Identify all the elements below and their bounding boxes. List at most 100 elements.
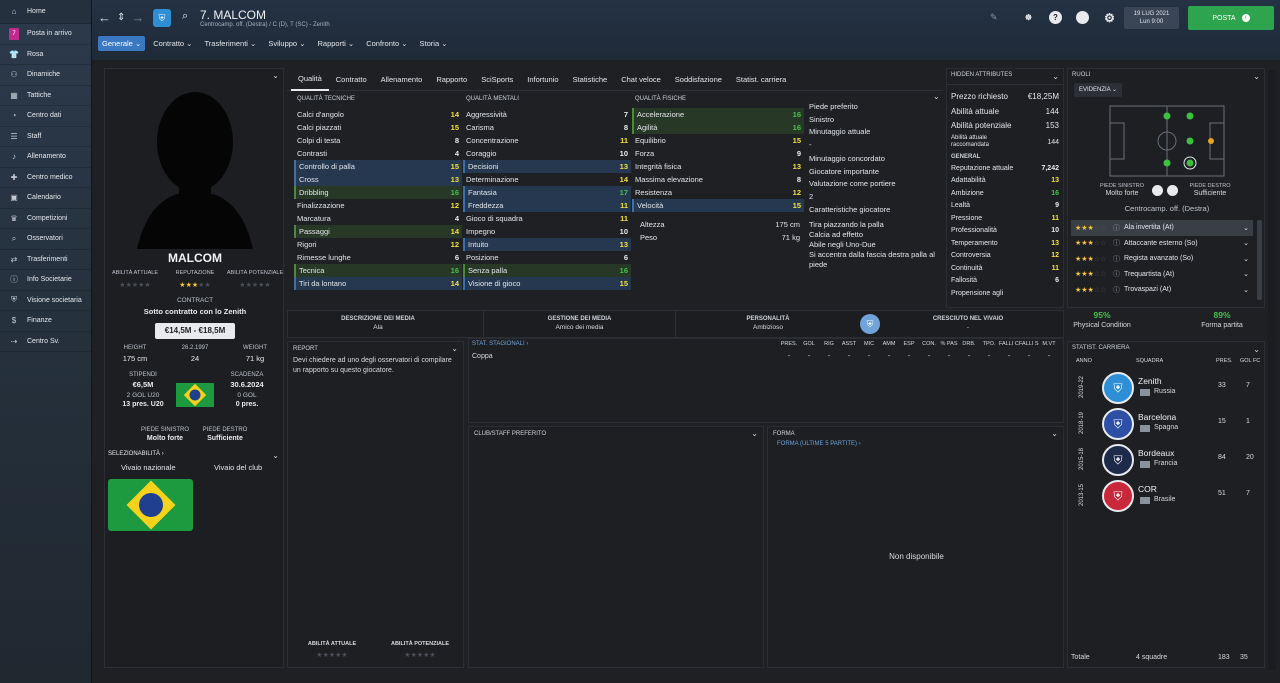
attribute-row[interactable]: Carisma 8 xyxy=(463,121,631,134)
posta-button[interactable]: POSTA › xyxy=(1188,6,1274,30)
info-icon[interactable]: ⓘ xyxy=(1113,223,1120,233)
tab-9[interactable]: Statist. carriera xyxy=(729,68,793,91)
sidebar-item-6[interactable]: ☰ Staff xyxy=(0,127,91,147)
attribute-row[interactable]: Fantasia 17 xyxy=(463,186,631,199)
attribute-row[interactable]: Coraggio 10 xyxy=(463,147,631,160)
stat-column-header[interactable]: MIC xyxy=(859,341,879,347)
menu-item-6[interactable]: Storia ⌄ xyxy=(416,36,452,51)
career-row[interactable]: 2019-22 ⛨ Zenith Russia 33 7 xyxy=(1068,370,1266,406)
attribute-row[interactable]: Velocità 15 xyxy=(632,199,804,212)
info-icon[interactable]: ⓘ xyxy=(1113,238,1120,248)
attribute-row[interactable]: Calci piazzati 15 xyxy=(294,121,462,134)
attribute-row[interactable]: Tiri da lontano 14 xyxy=(294,277,462,290)
search-icon[interactable]: ⌕ xyxy=(182,10,188,23)
season-stats-link[interactable]: STAT. STAGIONALI › xyxy=(472,341,528,347)
club-crest-icon[interactable]: ⛨ xyxy=(153,9,171,27)
attribute-row[interactable]: Concentrazione 11 xyxy=(463,134,631,147)
tab-1[interactable]: Contratto xyxy=(329,68,374,91)
sidebar-item-5[interactable]: ◔ Centro dati xyxy=(0,106,91,127)
attribute-row[interactable]: Senza palla 16 xyxy=(463,264,631,277)
attribute-row[interactable]: Forza 9 xyxy=(632,147,804,160)
role-item[interactable]: ★★★☆☆ ⓘ Attaccante esterno (So) ⌄ xyxy=(1071,236,1253,252)
stat-column-header[interactable]: CON. xyxy=(919,341,939,347)
stat-column-header[interactable]: RIG xyxy=(819,341,839,347)
menu-item-1[interactable]: Contratto ⌄ xyxy=(149,36,196,51)
fm-logo-icon[interactable]: ☸ xyxy=(1022,11,1035,24)
highlight-dropdown[interactable]: EVIDENZIA ⌄ xyxy=(1074,83,1123,97)
sidebar-item-1[interactable]: 7 Posta in arrivo xyxy=(0,24,91,45)
chevron-down-icon[interactable]: ⌄ xyxy=(1253,345,1260,354)
stat-column-header[interactable]: FALLI C. xyxy=(999,341,1019,347)
tab-0[interactable]: Qualità xyxy=(291,68,329,91)
attribute-row[interactable]: Colpi di testa 8 xyxy=(294,134,462,147)
chevron-down-icon[interactable]: ⌄ xyxy=(933,92,940,101)
sidebar-item-11[interactable]: ⌕ Osservatori xyxy=(0,229,91,250)
sidebar-item-16[interactable]: ⇢ Centro Sv. xyxy=(0,332,91,352)
tab-4[interactable]: SciSports xyxy=(474,68,520,91)
menu-item-5[interactable]: Confronto ⌄ xyxy=(362,36,411,51)
chevron-down-icon[interactable]: ⌄ xyxy=(1052,72,1059,81)
tab-5[interactable]: Infortunio xyxy=(520,68,565,91)
sidebar-item-14[interactable]: ⛨ Visione societaria xyxy=(0,291,91,311)
tab-3[interactable]: Rapporto xyxy=(429,68,474,91)
stat-column-header[interactable]: % PAS xyxy=(939,341,959,347)
sidebar-item-3[interactable]: ⚇ Dinamiche xyxy=(0,65,91,86)
chevron-down-icon[interactable]: ⌄ xyxy=(1243,239,1249,247)
menu-item-3[interactable]: Sviluppo ⌄ xyxy=(264,36,309,51)
attribute-row[interactable]: Contrasti 4 xyxy=(294,147,462,160)
sidebar-item-13[interactable]: ⓘ Info Societarie xyxy=(0,270,91,291)
attribute-row[interactable]: Impegno 10 xyxy=(463,225,631,238)
chevron-down-icon[interactable]: ⌄ xyxy=(1046,427,1063,441)
sidebar-item-7[interactable]: ♪ Allenamento xyxy=(0,147,91,168)
info-icon[interactable]: ⓘ xyxy=(1113,269,1120,279)
chevron-down-icon[interactable]: ⌄ xyxy=(446,342,463,356)
attribute-row[interactable]: Aggressività 7 xyxy=(463,108,631,121)
stat-column-header[interactable]: DRB. xyxy=(959,341,979,347)
selectability-link[interactable]: SELEZIONABILITÀ › xyxy=(108,451,164,457)
sidebar-item-10[interactable]: ♛ Competizioni xyxy=(0,209,91,229)
back-arrow-icon[interactable]: ← xyxy=(98,10,111,25)
sidebar-item-12[interactable]: ⇄ Trasferimenti xyxy=(0,250,91,270)
sidebar-item-15[interactable]: $ Finanze xyxy=(0,311,91,332)
attribute-row[interactable]: Intuito 13 xyxy=(463,238,631,251)
chevron-down-icon[interactable]: ⌄ xyxy=(272,71,279,80)
chevron-down-icon[interactable]: ⌄ xyxy=(1243,224,1249,232)
attribute-row[interactable]: Cross 13 xyxy=(294,173,462,186)
career-row[interactable]: 2018-19 ⛨ Barcelona Spagna 15 1 xyxy=(1068,406,1266,442)
stat-column-header[interactable]: GOL xyxy=(799,341,819,347)
attribute-row[interactable]: Controllo di palla 15 xyxy=(294,160,462,173)
form-subtitle-link[interactable]: FORMA (ULTIME 5 PARTITE) › xyxy=(768,441,1063,447)
sidebar-item-0[interactable]: ⌂ Home xyxy=(0,0,91,24)
chevron-down-icon[interactable]: ⌄ xyxy=(1243,286,1249,294)
sidebar-item-4[interactable]: ▦ Tattiche xyxy=(0,86,91,106)
attribute-row[interactable]: Rimesse lunghe 6 xyxy=(294,251,462,264)
attribute-row[interactable]: Marcatura 4 xyxy=(294,212,462,225)
info-icon[interactable]: ⓘ xyxy=(1113,254,1120,264)
date-display[interactable]: 19 LUG 2021 Lun 9:00 xyxy=(1124,7,1179,29)
stat-column-header[interactable]: PRES. xyxy=(779,341,799,347)
stat-column-header[interactable]: ESP xyxy=(899,341,919,347)
stat-column-header[interactable]: FALLI S. xyxy=(1019,341,1039,347)
chevron-down-icon[interactable]: ⌄ xyxy=(1243,255,1249,263)
attribute-row[interactable]: Agilità 16 xyxy=(632,121,804,134)
edit-icon[interactable]: ✎ xyxy=(990,12,998,23)
attribute-row[interactable]: Gioco di squadra 11 xyxy=(463,212,631,225)
info-icon[interactable]: ⓘ xyxy=(1113,285,1120,295)
career-row[interactable]: 2015-18 ⛨ Bordeaux Francia 84 20 xyxy=(1068,442,1266,478)
stat-column-header[interactable]: M.VT xyxy=(1039,341,1059,347)
stat-column-header[interactable]: TPO. xyxy=(979,341,999,347)
attribute-row[interactable]: Decisioni 13 xyxy=(463,160,631,173)
help-icon[interactable]: ? xyxy=(1049,11,1062,24)
attribute-row[interactable]: Passaggi 14 xyxy=(294,225,462,238)
attribute-row[interactable]: Rigori 12 xyxy=(294,238,462,251)
chevron-down-icon[interactable]: ⌄ xyxy=(1243,270,1249,278)
attribute-row[interactable]: Posizione 6 xyxy=(463,251,631,264)
menu-item-0[interactable]: Generale ⌄ xyxy=(98,36,146,51)
menu-item-2[interactable]: Trasferimenti ⌄ xyxy=(200,36,260,51)
tab-2[interactable]: Allenamento xyxy=(374,68,430,91)
role-item[interactable]: ★★★☆☆ ⓘ Regista avanzato (So) ⌄ xyxy=(1071,251,1253,267)
tab-7[interactable]: Chat veloce xyxy=(614,68,668,91)
sidebar-item-9[interactable]: ▣ Calendario xyxy=(0,188,91,209)
tab-8[interactable]: Soddisfazione xyxy=(668,68,729,91)
role-item[interactable]: ★★★☆☆ ⓘ Trovaspazi (At) ⌄ xyxy=(1071,282,1253,298)
